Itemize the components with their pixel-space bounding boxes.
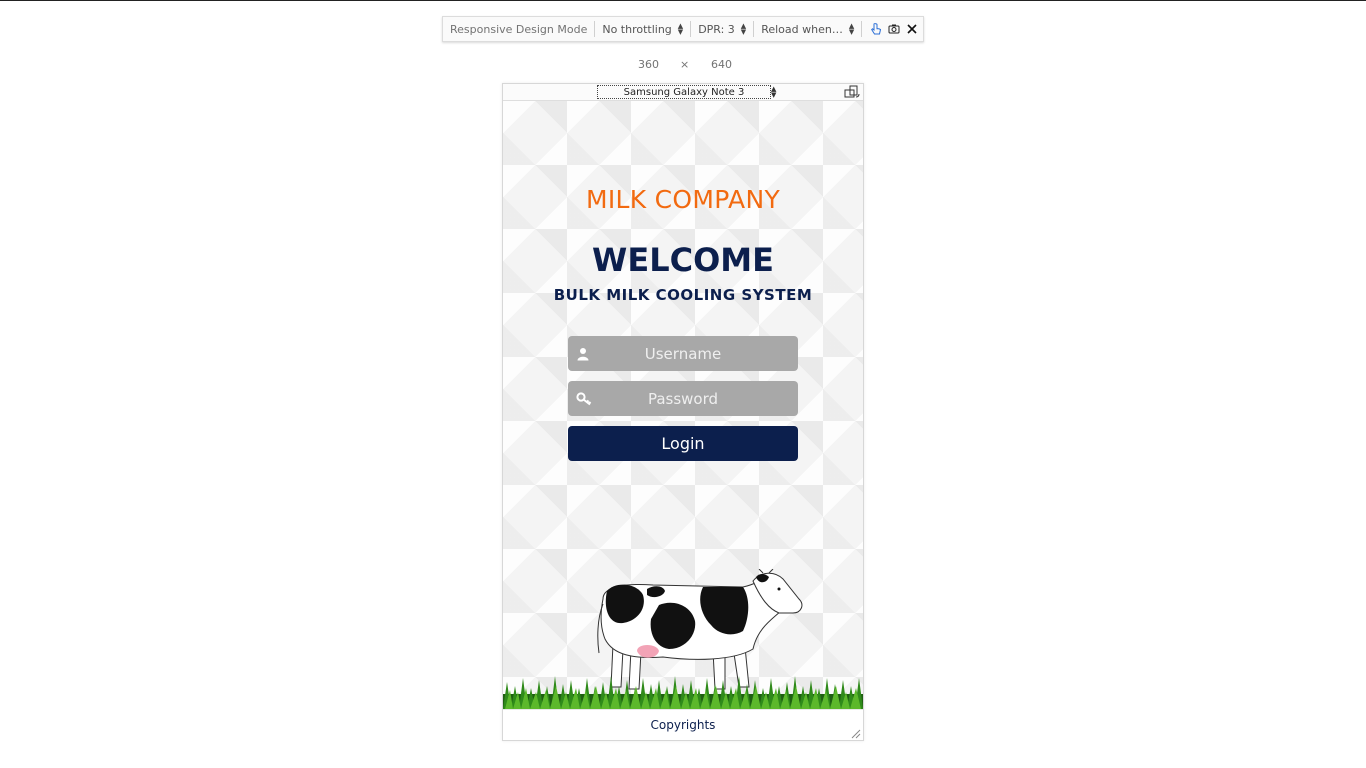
select-arrows-icon: ▲ ▼ bbox=[740, 22, 747, 36]
password-field bbox=[568, 381, 798, 416]
select-arrows-icon: ▲ ▼ bbox=[771, 85, 777, 99]
grass-illustration bbox=[503, 676, 863, 709]
responsive-toolbar: Responsive Design Mode No throttling ▲ ▼ … bbox=[442, 16, 924, 42]
touch-simulation-icon[interactable] bbox=[870, 23, 882, 35]
device-frame: Samsung Galaxy Note 3 ▲ ▼ MILK COMPANY WE… bbox=[502, 83, 864, 741]
select-arrows-icon: ▲ ▼ bbox=[677, 22, 684, 36]
brand-title: MILK COMPANY bbox=[585, 185, 781, 214]
window-top-border bbox=[0, 0, 1366, 1]
viewport-height[interactable]: 640 bbox=[711, 58, 732, 71]
reload-select[interactable]: Reload when… ▲ ▼ bbox=[754, 21, 863, 37]
username-input[interactable] bbox=[568, 336, 798, 371]
dpr-value: DPR: 3 bbox=[698, 22, 735, 36]
page-viewport: MILK COMPANY WELCOME BULK MILK COOLING S… bbox=[503, 101, 863, 709]
rotate-icon[interactable] bbox=[844, 85, 860, 99]
dpr-select[interactable]: DPR: 3 ▲ ▼ bbox=[691, 21, 755, 37]
system-subtitle: BULK MILK COOLING SYSTEM bbox=[553, 286, 813, 304]
dimension-separator: × bbox=[680, 58, 690, 71]
responsive-mode-label: Responsive Design Mode bbox=[443, 21, 596, 37]
user-icon bbox=[576, 346, 592, 362]
key-icon bbox=[576, 391, 592, 407]
reload-value: Reload when… bbox=[761, 22, 843, 36]
resize-handle-icon[interactable] bbox=[851, 728, 861, 739]
throttling-select[interactable]: No throttling ▲ ▼ bbox=[595, 21, 692, 37]
device-name: Samsung Galaxy Note 3 bbox=[623, 86, 745, 98]
copyright-text: Copyrights bbox=[650, 718, 716, 732]
username-field bbox=[568, 336, 798, 371]
password-input[interactable] bbox=[568, 381, 798, 416]
close-icon[interactable] bbox=[906, 23, 918, 35]
device-select[interactable]: Samsung Galaxy Note 3 bbox=[597, 85, 771, 99]
throttling-value: No throttling bbox=[602, 22, 672, 36]
page-footer: Copyrights bbox=[503, 709, 863, 740]
login-button[interactable]: Login bbox=[568, 426, 798, 461]
screenshot-icon[interactable] bbox=[888, 23, 900, 35]
device-header: Samsung Galaxy Note 3 ▲ ▼ bbox=[503, 84, 863, 101]
viewport-width[interactable]: 360 bbox=[638, 58, 659, 71]
welcome-heading: WELCOME bbox=[592, 241, 774, 279]
select-arrows-icon: ▲ ▼ bbox=[848, 22, 855, 36]
